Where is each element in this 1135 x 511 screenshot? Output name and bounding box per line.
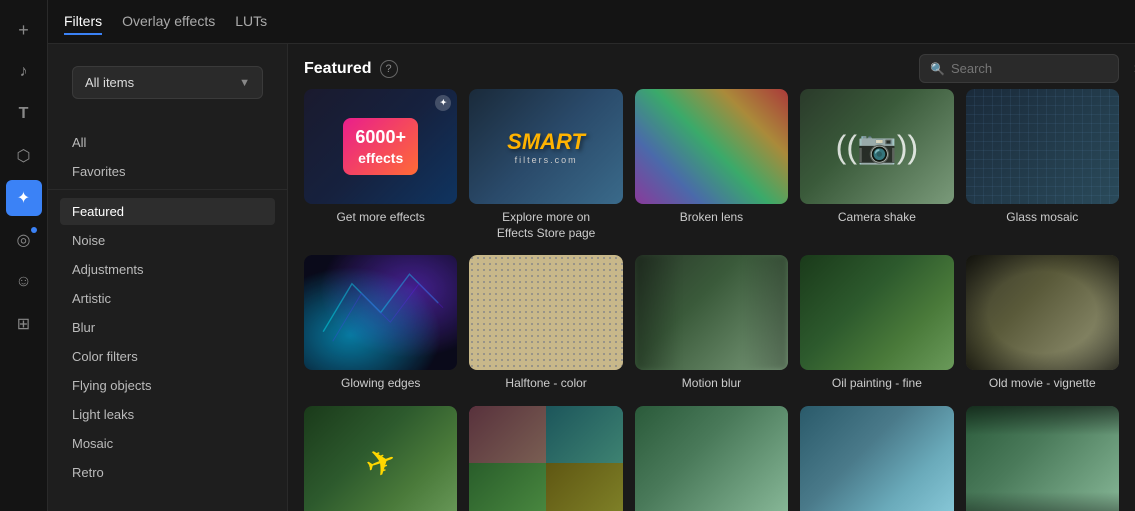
sidebar-item-featured[interactable]: Featured xyxy=(60,198,275,225)
effect-thumbnail-camera-shake: ((📷)) xyxy=(800,89,953,204)
effects-badge: 6000+ effects ✦ xyxy=(343,118,418,176)
effect-oil-painting-fine[interactable]: Oil painting - fine xyxy=(800,255,953,394)
quick-items-section: All Favorites xyxy=(48,121,287,190)
top-nav: Filters Overlay effects LUTs xyxy=(48,0,1135,44)
sidebar: All items ▼ All Favorites Featured Noise… xyxy=(48,44,288,511)
sidebar-item-mosaic[interactable]: Mosaic xyxy=(60,430,275,457)
stickers-icon: ☺ xyxy=(15,273,31,291)
shapes-button[interactable]: ⬡ xyxy=(6,138,42,174)
effect-pop-art-tiles[interactable]: Pop art - 4 tiles xyxy=(469,406,622,511)
dropdown-label: All items xyxy=(85,75,134,90)
sidebar-item-color-filters[interactable]: Color filters xyxy=(60,343,275,370)
effects-panel: Featured ? 🔍 ✕ xyxy=(288,44,1135,511)
effect-label-camera-shake: Camera shake xyxy=(800,204,953,228)
effect-thumbnail-tilt-shift-middle xyxy=(966,406,1119,511)
music-button[interactable]: ♪ xyxy=(6,54,42,90)
effect-thumbnail-static-low xyxy=(800,406,953,511)
effect-broken-lens[interactable]: Broken lens xyxy=(635,89,788,243)
sidebar-item-flying-objects[interactable]: Flying objects xyxy=(60,372,275,399)
sidebar-item-artistic[interactable]: Artistic xyxy=(60,285,275,312)
effect-thumbnail-sharpen-high xyxy=(635,406,788,511)
effect-label-glass-mosaic: Glass mosaic xyxy=(966,204,1119,228)
tab-luts[interactable]: LUTs xyxy=(235,9,267,35)
add-button[interactable]: + xyxy=(6,12,42,48)
camera-icon: ((📷)) xyxy=(836,128,918,166)
effect-thumbnail-glowing-edges xyxy=(304,255,457,370)
effect-label-get-more-effects: Get more effects xyxy=(304,204,457,228)
effect-label-oil-painting-fine: Oil painting - fine xyxy=(800,370,953,394)
categories-list: Featured Noise Adjustments Artistic Blur… xyxy=(48,190,287,494)
effects-icon: ✦ xyxy=(17,188,30,208)
sidebar-item-all[interactable]: All xyxy=(60,129,275,156)
effect-camera-shake[interactable]: ((📷)) Camera shake xyxy=(800,89,953,243)
effect-sharpen-high[interactable]: Sharpen - high xyxy=(635,406,788,511)
transitions-button[interactable]: ◎ xyxy=(6,222,42,258)
effect-explore-store[interactable]: SMART filters.com Explore more onEffects… xyxy=(469,89,622,243)
effect-get-more-effects[interactable]: 6000+ effects ✦ Get more effects xyxy=(304,89,457,243)
search-input[interactable] xyxy=(951,61,1127,76)
effect-thumbnail-get-more-effects: 6000+ effects ✦ xyxy=(304,89,457,204)
text-icon: T xyxy=(19,105,29,123)
effect-tilt-shift-middle[interactable]: Tilt-shift - middle xyxy=(966,406,1119,511)
plane-icon: ✈ xyxy=(359,438,402,488)
effect-thumbnail-halftone-color xyxy=(469,255,622,370)
effect-paper-planes[interactable]: ✈ Paper planes xyxy=(304,406,457,511)
sidebar-item-retro[interactable]: Retro xyxy=(60,459,275,486)
panel-title-area: Featured ? xyxy=(304,60,398,78)
sidebar-item-blur[interactable]: Blur xyxy=(60,314,275,341)
effect-label-explore-store: Explore more onEffects Store page xyxy=(469,204,622,243)
effect-thumbnail-explore-store: SMART filters.com xyxy=(469,89,622,204)
panel-title: Featured xyxy=(304,60,372,78)
modules-icon: ⊞ xyxy=(17,314,30,334)
effect-thumbnail-motion-blur xyxy=(635,255,788,370)
effect-motion-blur[interactable]: Motion blur xyxy=(635,255,788,394)
music-icon: ♪ xyxy=(20,63,28,81)
effect-glass-mosaic[interactable]: Glass mosaic xyxy=(966,89,1119,243)
icon-bar: + ♪ T ⬡ ✦ ◎ ☺ ⊞ xyxy=(0,0,48,511)
search-bar: 🔍 ✕ xyxy=(919,54,1119,83)
all-items-dropdown[interactable]: All items ▼ xyxy=(72,66,263,99)
effect-halftone-color[interactable]: Halftone - color xyxy=(469,255,622,394)
effect-label-glowing-edges: Glowing edges xyxy=(304,370,457,394)
effect-thumbnail-pop-art-tiles xyxy=(469,406,622,511)
effects-grid: 6000+ effects ✦ Get more effects SMART xyxy=(304,89,1119,511)
sidebar-item-adjustments[interactable]: Adjustments xyxy=(60,256,275,283)
shapes-icon: ⬡ xyxy=(17,146,31,166)
effect-static-low[interactable]: Static - low xyxy=(800,406,953,511)
effects-grid-container: 6000+ effects ✦ Get more effects SMART xyxy=(288,89,1135,511)
effect-thumbnail-broken-lens xyxy=(635,89,788,204)
sidebar-item-light-leaks[interactable]: Light leaks xyxy=(60,401,275,428)
effects-button[interactable]: ✦ xyxy=(6,180,42,216)
text-button[interactable]: T xyxy=(6,96,42,132)
panel-header: Featured ? 🔍 ✕ xyxy=(288,44,1135,89)
effect-thumbnail-oil-painting-fine xyxy=(800,255,953,370)
effect-label-motion-blur: Motion blur xyxy=(635,370,788,394)
stickers-button[interactable]: ☺ xyxy=(6,264,42,300)
effect-label-old-movie-vignette: Old movie - vignette xyxy=(966,370,1119,394)
search-icon: 🔍 xyxy=(930,62,945,76)
help-icon[interactable]: ? xyxy=(380,60,398,78)
add-icon: + xyxy=(18,20,29,41)
sidebar-item-noise[interactable]: Noise xyxy=(60,227,275,254)
tab-filters[interactable]: Filters xyxy=(64,9,102,35)
effect-label-halftone-color: Halftone - color xyxy=(469,370,622,394)
main-area: Filters Overlay effects LUTs All items ▼… xyxy=(48,0,1135,511)
sidebar-item-favorites[interactable]: Favorites xyxy=(60,158,275,185)
effect-thumbnail-paper-planes: ✈ xyxy=(304,406,457,511)
effect-thumbnail-old-movie-vignette xyxy=(966,255,1119,370)
chevron-down-icon: ▼ xyxy=(239,77,250,89)
transitions-icon: ◎ xyxy=(17,230,31,250)
effect-glowing-edges[interactable]: Glowing edges xyxy=(304,255,457,394)
effect-thumbnail-glass-mosaic xyxy=(966,89,1119,204)
content-area: All items ▼ All Favorites Featured Noise… xyxy=(48,44,1135,511)
effect-old-movie-vignette[interactable]: Old movie - vignette xyxy=(966,255,1119,394)
modules-button[interactable]: ⊞ xyxy=(6,306,42,342)
effect-label-broken-lens: Broken lens xyxy=(635,204,788,228)
tab-overlay-effects[interactable]: Overlay effects xyxy=(122,9,215,35)
